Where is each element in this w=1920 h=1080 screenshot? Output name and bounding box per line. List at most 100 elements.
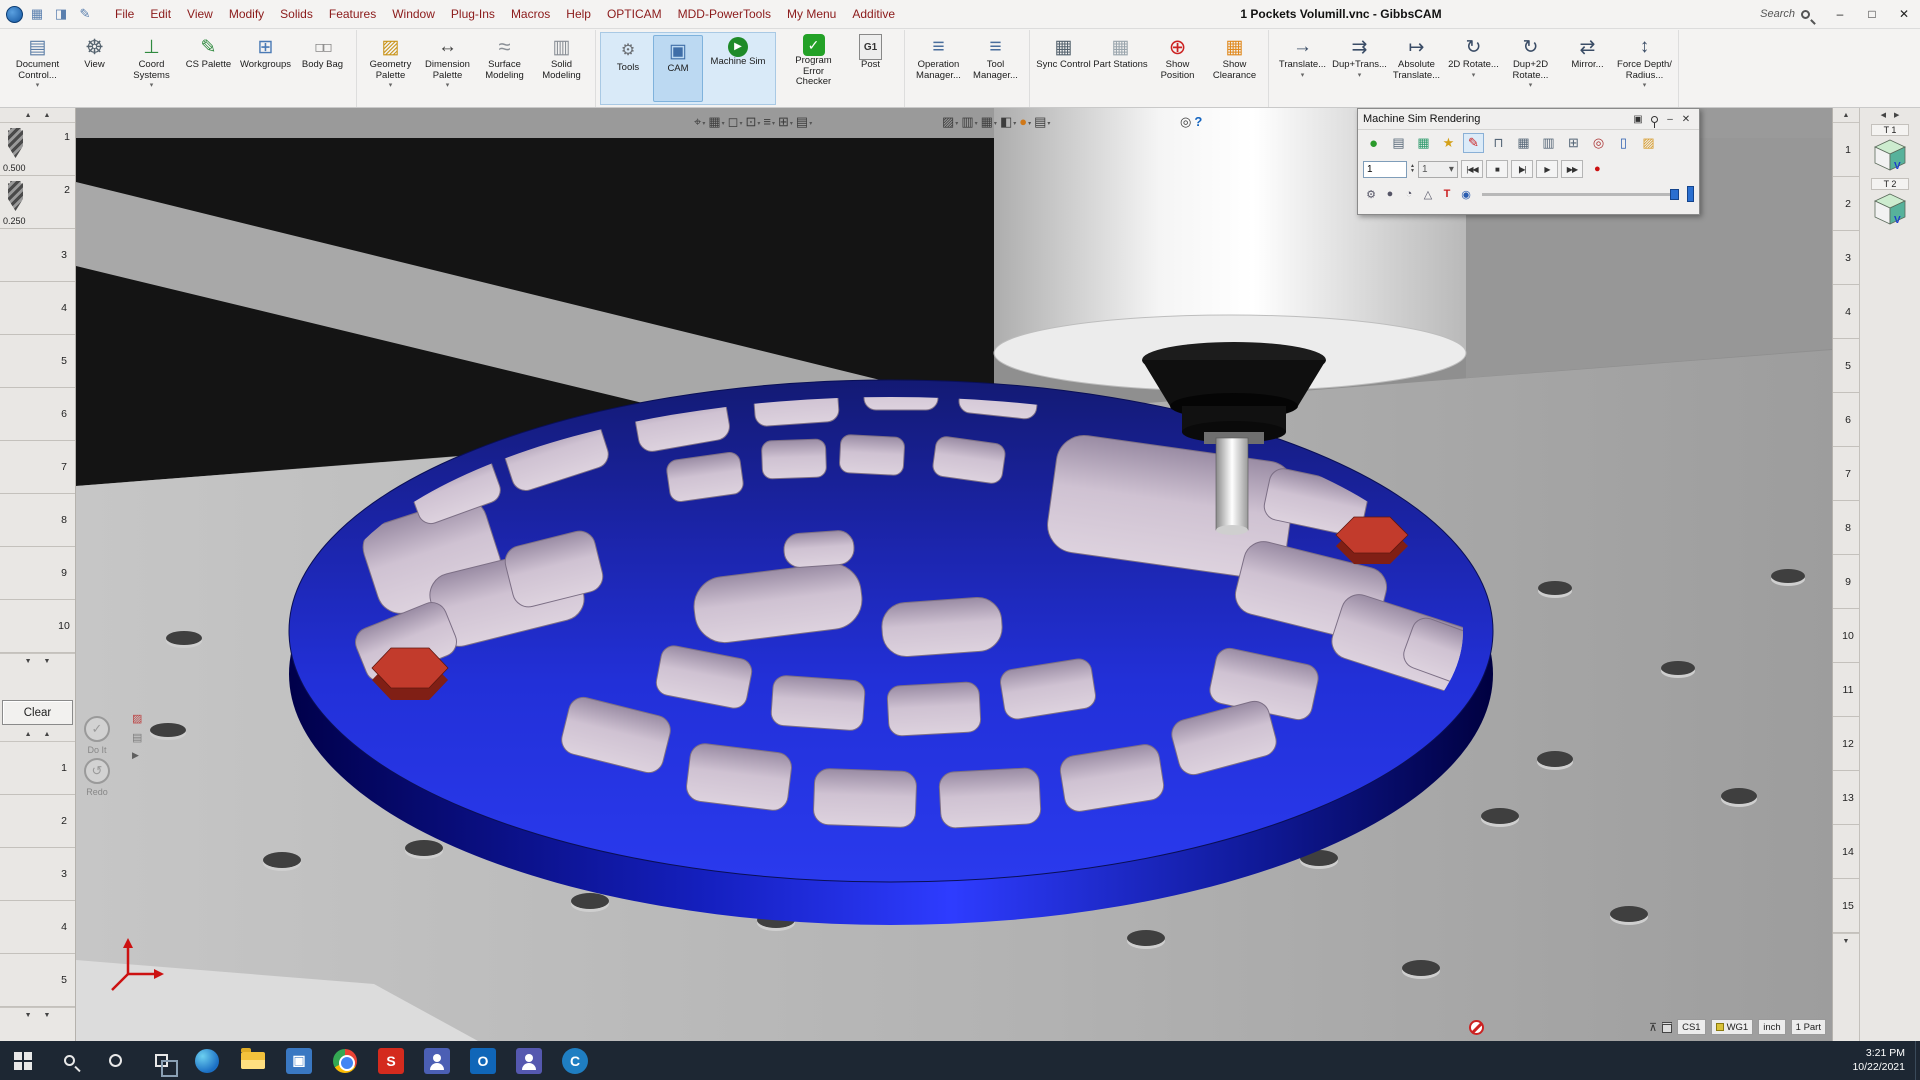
operation-slot[interactable]: 7 <box>1833 447 1859 501</box>
viewport-tool-button[interactable]: ▦ ▾ <box>708 113 724 131</box>
viewport-tool-button[interactable]: ◻ ▾ <box>728 113 743 131</box>
ribbon-button[interactable]: ↻ 2D Rotate... ▾ <box>1445 32 1502 105</box>
scroll-bottom-icon[interactable]: ▼ <box>44 1012 51 1019</box>
dropdown-caret-icon[interactable]: ▾ <box>1301 71 1305 80</box>
viewport-tool-button[interactable]: ▥ ▾ <box>961 113 977 131</box>
operation-slot[interactable]: 14 <box>1833 825 1859 879</box>
menu-item[interactable]: My Menu <box>779 0 844 28</box>
tools-panel-arrows[interactable]: ◀ ▶ <box>1881 110 1900 120</box>
palette-minimize-icon[interactable]: – <box>1662 112 1678 126</box>
active-tool-item[interactable]: T 2 V <box>1871 174 1909 228</box>
scroll-top-icon[interactable]: ▲ <box>44 731 51 738</box>
clock-icon[interactable]: ◔ <box>1401 186 1417 202</box>
menu-item[interactable]: File <box>107 0 142 28</box>
dropdown-caret-icon[interactable]: ▾ <box>739 117 742 131</box>
flowchart-icon[interactable]: ⊞ <box>1563 133 1584 153</box>
taskbar-search-button[interactable] <box>46 1041 92 1080</box>
stage-select[interactable]: 1 ▾ <box>1417 160 1458 178</box>
ribbon-button[interactable]: → Translate... ▾ <box>1274 32 1331 105</box>
ribbon-button[interactable]: ↻ Dup+2D Rotate... ▾ <box>1502 32 1559 105</box>
ribbon-button[interactable]: ≡ Operation Manager... <box>910 32 967 105</box>
close-button[interactable]: ✕ <box>1888 0 1920 28</box>
operation-slot[interactable]: 10 <box>1833 609 1859 663</box>
sim-speed-input[interactable] <box>1363 160 1407 178</box>
ribbon-button[interactable]: ☸ View <box>66 32 123 105</box>
menu-item[interactable]: Macros <box>503 0 558 28</box>
cs-indicator[interactable]: CS1 <box>1677 1019 1706 1035</box>
dropdown-caret-icon[interactable]: ▾ <box>1643 81 1647 90</box>
dropdown-caret-icon[interactable]: ▾ <box>772 117 775 131</box>
speed-spinner[interactable]: ▲ ▼ <box>1410 164 1415 174</box>
lock-icon[interactable]: ⊓ <box>1488 133 1509 153</box>
scroll-top-icon[interactable]: ▲ <box>44 112 51 119</box>
pin-icon[interactable] <box>1646 112 1662 128</box>
do-it-button[interactable]: ✓ <box>84 716 110 742</box>
columns-icon[interactable]: ▥ <box>1538 133 1559 153</box>
tool-slot[interactable]: 9 <box>0 547 75 600</box>
play-button[interactable]: ▶ <box>1535 160 1558 178</box>
workgroup-indicator[interactable]: WG1 <box>1710 1019 1754 1035</box>
paint-toolpath-icon[interactable]: ✎ <box>1463 133 1484 153</box>
operation-slot[interactable]: 4 <box>1833 285 1859 339</box>
ribbon-button[interactable]: ⊞ Workgroups <box>237 32 294 105</box>
open-folder-icon[interactable]: ▨ <box>1638 133 1659 153</box>
clear-button[interactable]: Clear <box>2 700 73 725</box>
record-button[interactable]: ● <box>1594 163 1601 175</box>
quick-save-icon[interactable]: ▦ <box>28 5 46 23</box>
viewport-tool-button[interactable]: ◎ <box>1180 113 1191 131</box>
operation-slot[interactable]: 8 <box>1833 501 1859 555</box>
operation-slot[interactable]: 5 <box>1833 339 1859 393</box>
skip-to-start-button[interactable]: |◀◀ <box>1460 160 1483 178</box>
tool-tab-label[interactable]: T 2 <box>1871 178 1909 190</box>
grid-icon[interactable]: ▦ <box>1513 133 1534 153</box>
taskbar-clock[interactable]: 3:21 PM 10/22/2021 <box>1852 1047 1915 1074</box>
list-slot[interactable]: 2 <box>0 795 75 848</box>
show-desktop-button[interactable] <box>1915 1041 1920 1080</box>
scroll-bottom-icon[interactable]: ▼ <box>44 658 51 665</box>
operation-slot[interactable]: 9 <box>1833 555 1859 609</box>
ribbon-button[interactable]: ▦ Part Stations <box>1092 32 1149 105</box>
menu-item[interactable]: Solids <box>272 0 321 28</box>
viewport-tool-button[interactable]: ▦ ▾ <box>981 113 997 131</box>
tool-slot-1[interactable]: 1 0.500 <box>0 123 75 176</box>
spin-down-icon[interactable]: ▼ <box>1410 169 1415 174</box>
dropdown-caret-icon[interactable]: ▾ <box>446 81 450 90</box>
taskbar-chrome[interactable] <box>322 1041 368 1080</box>
operation-slot[interactable]: 1 <box>1833 123 1859 177</box>
stock-render-icon[interactable]: ● <box>1363 133 1384 153</box>
tool-slot[interactable]: 10 <box>0 600 75 653</box>
dropdown-caret-icon[interactable]: ▾ <box>1529 81 1533 90</box>
dropdown-caret-icon[interactable]: ▾ <box>1358 71 1362 80</box>
dropdown-caret-icon[interactable]: ▾ <box>389 81 393 90</box>
list-slot[interactable]: 4 <box>0 901 75 954</box>
dark-sphere-icon[interactable]: ● <box>1382 186 1398 202</box>
viewport-tool-button[interactable]: ◧ ▾ <box>1000 113 1016 131</box>
tool-slot-2[interactable]: 2 0.250 <box>0 176 75 229</box>
menu-item[interactable]: Additive <box>844 0 903 28</box>
ribbon-button[interactable]: ≡ Tool Manager... <box>967 32 1024 105</box>
menu-item[interactable]: Plug-Ins <box>443 0 503 28</box>
op-copy-icon[interactable]: ▨ <box>132 712 142 725</box>
dock-window-icon[interactable]: ▣ <box>1630 112 1646 126</box>
tool-text-icon[interactable]: T <box>1439 186 1455 202</box>
fast-forward-button[interactable]: ▶▶ <box>1560 160 1583 178</box>
dropdown-caret-icon[interactable]: ▾ <box>702 117 705 131</box>
maximize-button[interactable]: □ <box>1856 0 1888 28</box>
scroll-up-icon[interactable]: ▲ <box>1843 112 1850 119</box>
tool-body-cube-icon[interactable]: V <box>1871 136 1909 174</box>
op-sheet-icon[interactable]: ▤ <box>132 731 142 744</box>
menu-item[interactable]: Features <box>321 0 384 28</box>
ribbon-button[interactable]: ▣ CAM <box>653 35 703 102</box>
app-logo-icon[interactable] <box>6 5 23 23</box>
taskbar-app-s[interactable]: S <box>368 1041 414 1080</box>
taskbar-file-explorer[interactable] <box>230 1041 276 1080</box>
dock-pin-icon[interactable]: ⊼ <box>1649 1021 1657 1034</box>
operation-slot[interactable]: 13 <box>1833 771 1859 825</box>
start-button[interactable] <box>0 1041 46 1080</box>
menu-item[interactable]: Help <box>558 0 599 28</box>
ribbon-button[interactable]: G1 Post <box>842 32 899 105</box>
tool-slot[interactable]: 7 <box>0 441 75 494</box>
trash-icon[interactable] <box>1662 1021 1673 1033</box>
viewport-tool-button[interactable]: ⊞ ▾ <box>778 113 793 131</box>
tool-slot[interactable]: 6 <box>0 388 75 441</box>
